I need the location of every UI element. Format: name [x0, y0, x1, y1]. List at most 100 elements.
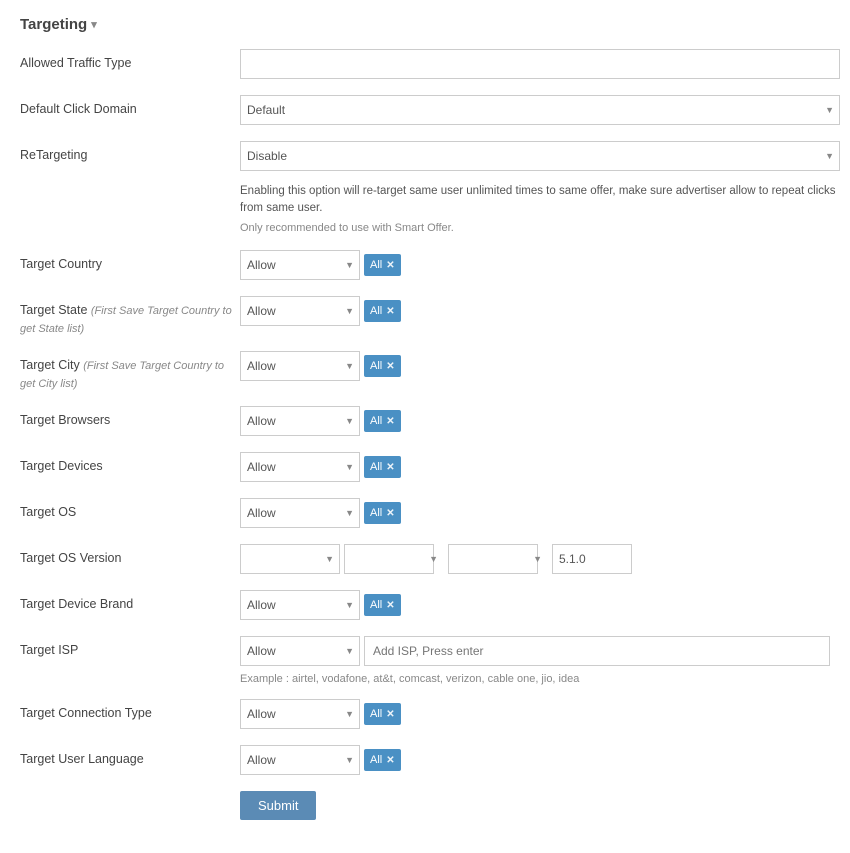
target-isp-label: Target ISP — [20, 636, 240, 660]
target-user-language-all-badge[interactable]: All ✕ — [364, 749, 401, 771]
target-country-allow-wrapper: Allow — [240, 250, 360, 280]
submit-input-col: Submit — [240, 791, 830, 820]
target-isp-inner: Target ISP Allow Example : airtel, vodaf… — [20, 636, 830, 685]
target-devices-input-col: Allow All ✕ — [240, 452, 830, 482]
target-device-brand-row: Target Device Brand Allow All ✕ — [20, 590, 830, 622]
target-browsers-label: Target Browsers — [20, 406, 240, 430]
target-browsers-allow-select[interactable]: Allow — [240, 406, 360, 436]
page-container: Targeting ▾ Allowed Traffic Type Default… — [0, 0, 850, 853]
target-device-brand-all-badge[interactable]: All ✕ — [364, 594, 401, 616]
target-devices-label: Target Devices — [20, 452, 240, 476]
default-click-domain-label: Default Click Domain — [20, 95, 240, 119]
target-connection-type-badge-text: All — [370, 708, 382, 720]
target-devices-all-badge[interactable]: All ✕ — [364, 456, 401, 478]
target-connection-type-all-badge[interactable]: All ✕ — [364, 703, 401, 725]
target-city-all-badge[interactable]: All ✕ — [364, 355, 401, 377]
target-os-version-select3-wrapper — [448, 544, 548, 574]
allowed-traffic-type-row: Allowed Traffic Type — [20, 49, 830, 81]
target-device-brand-badge-text: All — [370, 599, 382, 611]
target-devices-allow-select[interactable]: Allow — [240, 452, 360, 482]
target-country-allow-select[interactable]: Allow — [240, 250, 360, 280]
target-device-brand-input-col: Allow All ✕ — [240, 590, 830, 620]
default-click-domain-row: Default Click Domain Default — [20, 95, 830, 127]
target-country-label: Target Country — [20, 250, 240, 274]
target-country-badge-close[interactable]: ✕ — [386, 260, 394, 271]
target-state-row: Target State (First Save Target Country … — [20, 296, 830, 337]
target-city-badge-close[interactable]: ✕ — [386, 361, 394, 372]
target-os-version-select1-wrapper — [240, 544, 340, 574]
target-state-input-col: Allow All ✕ — [240, 296, 830, 326]
target-os-version-input-col: 5.1.0 — [240, 544, 830, 574]
retargeting-select-wrapper: Disable — [240, 141, 840, 171]
retargeting-row: ReTargeting Disable Enabling this option… — [20, 141, 830, 236]
target-country-all-badge[interactable]: All ✕ — [364, 254, 401, 276]
target-device-brand-allow-wrapper: Allow — [240, 590, 360, 620]
target-user-language-label: Target User Language — [20, 745, 240, 769]
target-city-allow-select[interactable]: Allow — [240, 351, 360, 381]
target-isp-allow-select[interactable]: Allow — [240, 636, 360, 666]
target-country-input-col: Allow All ✕ — [240, 250, 830, 280]
target-browsers-allow-wrapper: Allow — [240, 406, 360, 436]
chevron-icon: ▾ — [91, 18, 97, 31]
target-os-all-badge[interactable]: All ✕ — [364, 502, 401, 524]
retargeting-select[interactable]: Disable — [240, 141, 840, 171]
default-click-domain-select-wrapper: Default — [240, 95, 840, 125]
target-browsers-input-col: Allow All ✕ — [240, 406, 830, 436]
target-connection-type-input-col: Allow All ✕ — [240, 699, 830, 729]
target-os-label: Target OS — [20, 498, 240, 522]
target-devices-row: Target Devices Allow All ✕ — [20, 452, 830, 484]
default-click-domain-input-col: Default — [240, 95, 840, 125]
target-os-badge-close[interactable]: ✕ — [386, 508, 394, 519]
target-user-language-badge-text: All — [370, 754, 382, 766]
target-os-input-col: Allow All ✕ — [240, 498, 830, 528]
target-user-language-input-col: Allow All ✕ — [240, 745, 830, 775]
target-connection-type-label: Target Connection Type — [20, 699, 240, 723]
target-connection-type-row: Target Connection Type Allow All ✕ — [20, 699, 830, 731]
target-browsers-all-badge[interactable]: All ✕ — [364, 410, 401, 432]
retargeting-info: Enabling this option will re-target same… — [240, 181, 840, 236]
target-country-badge-text: All — [370, 259, 382, 271]
target-isp-example: Example : airtel, vodafone, at&t, comcas… — [240, 673, 830, 685]
target-isp-input[interactable] — [364, 636, 830, 666]
target-os-version-select3[interactable] — [448, 544, 538, 574]
target-city-label: Target City (First Save Target Country t… — [20, 351, 240, 392]
target-connection-type-allow-select[interactable]: Allow — [240, 699, 360, 729]
target-user-language-row: Target User Language Allow All ✕ — [20, 745, 830, 777]
target-state-all-badge[interactable]: All ✕ — [364, 300, 401, 322]
target-os-allow-select[interactable]: Allow — [240, 498, 360, 528]
target-connection-type-badge-close[interactable]: ✕ — [386, 709, 394, 720]
target-state-label: Target State (First Save Target Country … — [20, 296, 240, 337]
target-devices-badge-close[interactable]: ✕ — [386, 462, 394, 473]
target-device-brand-allow-select[interactable]: Allow — [240, 590, 360, 620]
target-os-row: Target OS Allow All ✕ — [20, 498, 830, 530]
allowed-traffic-type-input-col — [240, 49, 840, 79]
target-os-version-value-input[interactable]: 5.1.0 — [552, 544, 632, 574]
target-city-allow-wrapper: Allow — [240, 351, 360, 381]
default-click-domain-select[interactable]: Default — [240, 95, 840, 125]
target-state-badge-close[interactable]: ✕ — [386, 306, 394, 317]
target-os-version-select2-wrapper — [344, 544, 444, 574]
target-browsers-badge-text: All — [370, 415, 382, 427]
target-browsers-badge-close[interactable]: ✕ — [386, 416, 394, 427]
target-os-version-select2[interactable] — [344, 544, 434, 574]
target-os-version-row: Target OS Version 5.1.0 — [20, 544, 830, 576]
retargeting-info-line2: Only recommended to use with Smart Offer… — [240, 220, 840, 237]
allowed-traffic-type-input[interactable] — [240, 49, 840, 79]
target-user-language-allow-select[interactable]: Allow — [240, 745, 360, 775]
section-title: Targeting ▾ — [20, 16, 830, 33]
target-os-version-label: Target OS Version — [20, 544, 240, 568]
target-device-brand-label: Target Device Brand — [20, 590, 240, 614]
target-isp-input-col: Allow Example : airtel, vodafone, at&t, … — [240, 636, 830, 685]
target-user-language-badge-close[interactable]: ✕ — [386, 755, 394, 766]
target-state-allow-wrapper: Allow — [240, 296, 360, 326]
submit-button[interactable]: Submit — [240, 791, 316, 820]
retargeting-input-col: Disable Enabling this option will re-tar… — [240, 141, 840, 236]
retargeting-inner: ReTargeting Disable Enabling this option… — [20, 141, 830, 236]
target-device-brand-badge-close[interactable]: ✕ — [386, 600, 394, 611]
section-title-text: Targeting — [20, 16, 87, 33]
submit-row: Submit — [20, 791, 830, 823]
allowed-traffic-type-label: Allowed Traffic Type — [20, 49, 240, 73]
retargeting-info-line1: Enabling this option will re-target same… — [240, 183, 840, 218]
target-os-version-select1[interactable] — [240, 544, 340, 574]
target-state-allow-select[interactable]: Allow — [240, 296, 360, 326]
